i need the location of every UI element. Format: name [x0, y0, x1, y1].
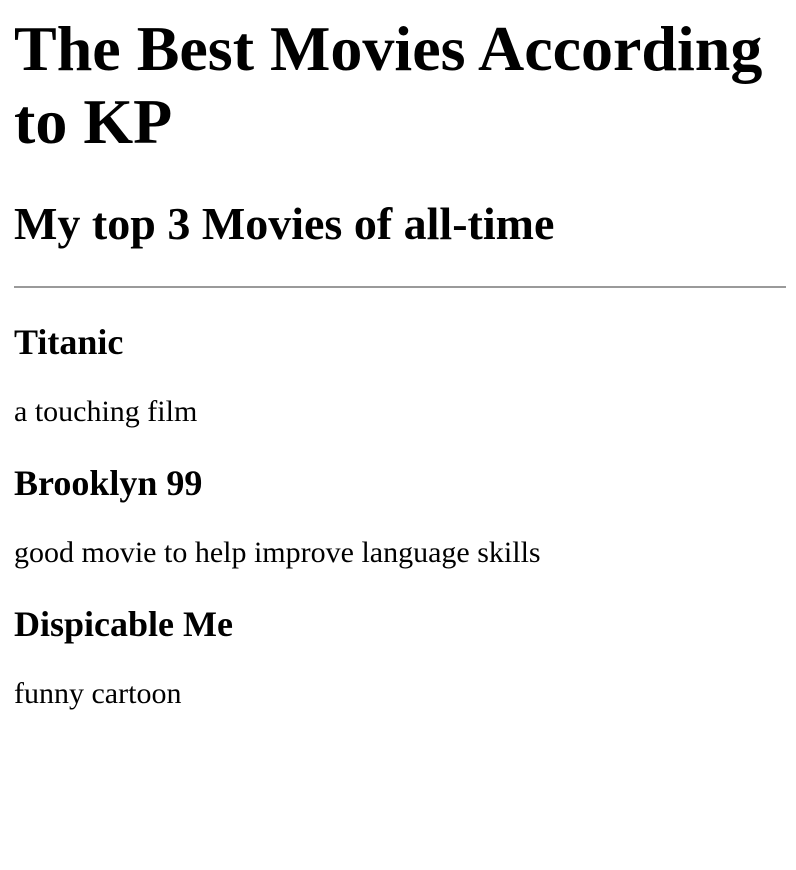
movie-title: Dispicable Me — [14, 604, 233, 644]
movie-description: good movie to help improve language skil… — [14, 536, 541, 569]
page-title: The Best Movies According to KP — [14, 13, 763, 157]
movie-description: a touching film — [14, 395, 198, 428]
movie-list: Titanic a touching film Brooklyn 99 good… — [14, 320, 796, 712]
page-subtitle: My top 3 Movies of all-time — [14, 198, 555, 249]
movie-item-brooklyn-99: Brooklyn 99 good movie to help improve l… — [14, 461, 796, 571]
page: The Best Movies According to KP My top 3… — [0, 0, 796, 870]
movie-title: Titanic — [14, 322, 124, 362]
movie-item-titanic: Titanic a touching film — [14, 320, 796, 430]
movie-description: funny cartoon — [14, 677, 182, 710]
movie-title: Brooklyn 99 — [14, 463, 203, 503]
divider — [14, 286, 786, 288]
movie-item-dispicable-me: Dispicable Me funny cartoon — [14, 602, 796, 712]
